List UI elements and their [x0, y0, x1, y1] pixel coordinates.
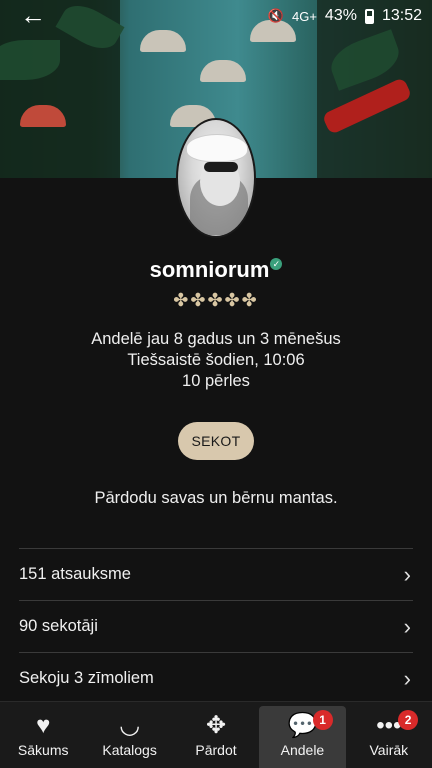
battery-icon [364, 8, 374, 24]
pearls-count: 10 pērles [182, 372, 250, 390]
notification-badge: 2 [398, 710, 419, 730]
back-arrow-icon[interactable]: ← [20, 2, 48, 28]
necklace-icon: ◡ [119, 712, 141, 739]
username: somniorum [149, 257, 270, 282]
last-online: Tiešsaistē šodien, 10:06 [127, 351, 305, 369]
battery-percent: 43% [324, 7, 357, 24]
nav-more-label: Vairāk [369, 742, 409, 758]
network-indicator: 4G+ [291, 8, 317, 24]
heart-icon: ♥ [36, 712, 51, 739]
followers-label: 90 sekotāji [19, 617, 98, 635]
profile-links: 151 atsauksme › 90 sekotāji › Sekoju 3 z… [19, 548, 413, 705]
verified-badge-icon: ✓ [270, 258, 283, 270]
notification-badge: 1 [312, 710, 333, 730]
reviews-label: 151 atsauksme [19, 565, 131, 583]
nav-sell-label: Pārdot [195, 742, 237, 758]
avatar[interactable] [176, 118, 256, 238]
chevron-right-icon: › [403, 613, 411, 639]
bottom-nav: ♥ Sākums ◡ Katalogs ✥ Pārdot 💬 Andele 1 … [0, 701, 432, 768]
nav-catalog[interactable]: ◡ Katalogs [86, 702, 172, 768]
nav-home-label: Sākums [17, 742, 69, 758]
nav-sell[interactable]: ✥ Pārdot [173, 702, 259, 768]
nav-andele[interactable]: 💬 Andele 1 [259, 706, 346, 768]
nav-more[interactable]: ••• Vairāk 2 [346, 702, 432, 768]
diamond-flower-icon: ✥ [205, 712, 227, 739]
following-brands-label: Sekoju 3 zīmoliem [19, 669, 154, 687]
follow-button[interactable]: SEKOT [178, 422, 254, 460]
chevron-right-icon: › [403, 561, 411, 587]
nav-catalog-label: Katalogs [102, 742, 157, 758]
reviews-link[interactable]: 151 atsauksme › [19, 549, 413, 601]
chevron-right-icon: › [403, 665, 411, 691]
rating-stars: ✤✤✤✤✤ [173, 290, 259, 310]
nav-andele-label: Andele [280, 742, 325, 758]
following-brands-link[interactable]: Sekoju 3 zīmoliem › [19, 653, 413, 705]
profile-info: Andelē jau 8 gadus un 3 mēnešus Tiešsais… [0, 329, 432, 392]
chat-bubble-icon: 💬 [287, 712, 318, 739]
mute-icon: 🔇 [267, 8, 284, 23]
bio: Pārdodu savas un bērnu mantas. [94, 489, 338, 507]
more-dots-icon: ••• [376, 712, 402, 739]
followers-link[interactable]: 90 sekotāji › [19, 601, 413, 653]
status-bar: ← 🔇 4G+ 43% 13:52 [0, 0, 432, 32]
clock: 13:52 [381, 7, 422, 24]
member-since: Andelē jau 8 gadus un 3 mēnešus [91, 330, 341, 348]
nav-home[interactable]: ♥ Sākums [0, 702, 86, 768]
